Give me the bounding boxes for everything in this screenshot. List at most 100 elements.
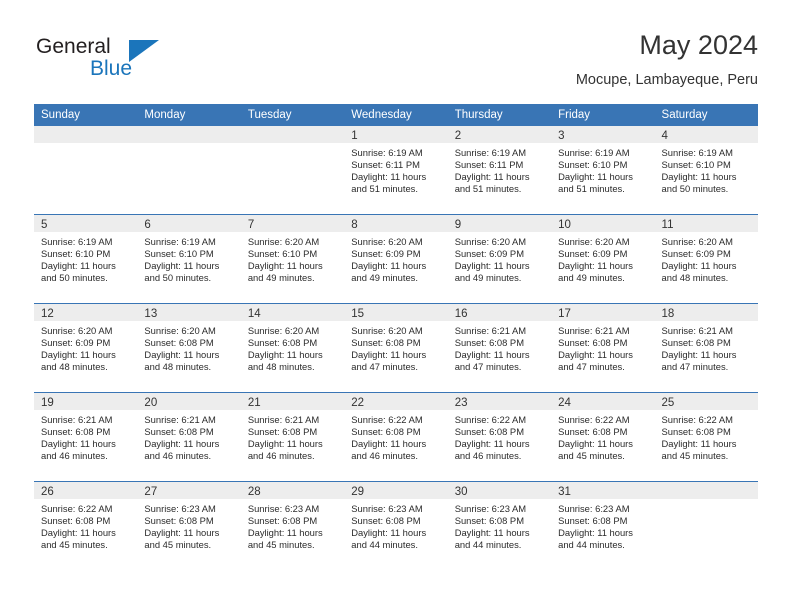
sunset-text: Sunset: 6:08 PM [41,425,111,437]
day-number-band: 24 [551,393,655,410]
day-number-band: 12 [34,304,138,321]
day-number: 20 [144,397,158,409]
calendar-day-cell[interactable]: 3 Sunrise: 6:19 AM Sunset: 6:10 PM Daylight… [551,126,655,214]
day-number: 6 [144,219,151,231]
calendar-day-cell[interactable]: 24 Sunrise: 6:22 AM Sunset: 6:08 PM Dayligh… [551,393,655,481]
sunset-text: Sunset: 6:08 PM [661,336,731,348]
day-sun-info: Sunrise: 6:19 AM Sunset: 6:10 PM Daylight:… [551,143,654,195]
sunrise-text: Sunrise: 6:19 AM [144,236,216,247]
sunrise-text: Sunrise: 6:19 AM [454,147,527,158]
calendar-day-cell[interactable]: 12 Sunrise: 6:20 AM Sunset: 6:09 PM Dayligh… [34,304,138,392]
daylight-text-line2: and 50 minutes. [661,182,729,194]
calendar-day-cell[interactable]: 28 Sunrise: 6:23 AM Sunset: 6:08 PM Dayligh… [240,482,345,570]
day-number-band: 15 [344,304,448,321]
day-number-band: 22 [344,393,448,410]
daylight-text-line2: and 46 minutes. [351,449,418,461]
sunset-text: Sunset: 6:09 PM [661,247,731,259]
calendar-day-cell[interactable]: 14 Sunrise: 6:20 AM Sunset: 6:08 PM Dayligh… [240,304,345,392]
calendar-day-cell[interactable]: 11 Sunrise: 6:20 AM Sunset: 6:09 PM Dayligh… [654,215,758,303]
day-number-band: 26 [34,482,138,499]
calendar-day-cell[interactable]: 22 Sunrise: 6:22 AM Sunset: 6:08 PM Dayligh… [344,393,448,481]
calendar-day-cell[interactable]: 26 Sunrise: 6:22 AM Sunset: 6:08 PM Dayligh… [34,482,138,570]
sunset-text: Sunset: 6:10 PM [41,247,111,259]
calendar-day-cell[interactable]: 8 Sunrise: 6:20 AM Sunset: 6:09 PM Daylight… [344,215,448,303]
day-number: 8 [351,219,358,231]
calendar-day-cell[interactable]: 19 Sunrise: 6:21 AM Sunset: 6:08 PM Dayligh… [34,393,138,481]
calendar-day-cell[interactable]: 21 Sunrise: 6:21 AM Sunset: 6:08 PM Dayligh… [240,393,345,481]
calendar-day-cell[interactable]: 13 Sunrise: 6:20 AM Sunset: 6:08 PM Dayligh… [137,304,241,392]
sunset-text: Sunset: 6:08 PM [558,425,628,437]
sunrise-text: Sunrise: 6:20 AM [247,236,320,247]
day-sun-info: Sunrise: 6:19 AM Sunset: 6:10 PM Daylight:… [137,232,240,284]
weekday-header-wednesday: Wednesday [351,109,412,121]
sunrise-text: Sunrise: 6:23 AM [454,503,527,514]
daylight-text-line1: Daylight: 11 hours [247,437,323,449]
day-number-band: 2 [447,126,552,143]
day-number: 23 [454,397,468,409]
calendar-day-cell[interactable]: 15 Sunrise: 6:20 AM Sunset: 6:08 PM Dayligh… [344,304,448,392]
daylight-text-line2: and 50 minutes. [144,271,212,283]
page-header: General Blue May 2024 Mocupe, Lambayeque… [34,28,758,98]
sunrise-text: Sunrise: 6:23 AM [351,503,423,514]
day-sun-info: Sunrise: 6:19 AM Sunset: 6:10 PM Daylight:… [34,232,137,284]
calendar-day-cell[interactable]: 6 Sunrise: 6:19 AM Sunset: 6:10 PM Daylight… [137,215,241,303]
day-number: 4 [661,130,668,142]
day-sun-info: Sunrise: 6:21 AM Sunset: 6:08 PM Daylight:… [448,321,551,373]
daylight-text-line1: Daylight: 11 hours [558,259,633,271]
day-number-band: 1 [344,126,448,143]
day-number: 5 [41,219,48,231]
day-number-band: 8 [344,215,448,232]
calendar-day-cell[interactable]: 10 Sunrise: 6:20 AM Sunset: 6:09 PM Dayligh… [551,215,655,303]
sunrise-text: Sunrise: 6:19 AM [661,147,733,158]
calendar-day-cell[interactable]: 20 Sunrise: 6:21 AM Sunset: 6:08 PM Dayligh… [137,393,241,481]
daylight-text-line2: and 47 minutes. [454,360,522,372]
sunrise-text: Sunrise: 6:21 AM [661,325,733,336]
calendar-day-cell[interactable]: 18 Sunrise: 6:21 AM Sunset: 6:08 PM Dayligh… [654,304,758,392]
day-number-band: 18 [654,304,758,321]
day-number-band [34,126,138,143]
generalblue-logo[interactable]: General Blue [34,32,174,88]
calendar-day-cell[interactable]: 17 Sunrise: 6:21 AM Sunset: 6:08 PM Dayligh… [551,304,655,392]
calendar-day-cell[interactable]: 23 Sunrise: 6:22 AM Sunset: 6:08 PM Dayligh… [447,393,552,481]
sunrise-text: Sunrise: 6:21 AM [41,414,113,425]
daylight-text-line1: Daylight: 11 hours [454,526,530,538]
calendar-day-cell[interactable]: 1 Sunrise: 6:19 AM Sunset: 6:11 PM Daylight… [344,126,448,214]
calendar-week-row: 1 Sunrise: 6:19 AM Sunset: 6:11 PM Daylight… [34,126,758,214]
calendar-day-cell[interactable]: 29 Sunrise: 6:23 AM Sunset: 6:08 PM Dayligh… [344,482,448,570]
day-sun-info: Sunrise: 6:20 AM Sunset: 6:08 PM Daylight:… [241,321,344,373]
sunset-text: Sunset: 6:08 PM [144,514,214,526]
day-number-band: 14 [240,304,345,321]
day-number: 18 [661,308,675,320]
calendar-day-cell[interactable]: 31 Sunrise: 6:23 AM Sunset: 6:08 PM Dayligh… [551,482,655,570]
calendar-grid: Sunday Monday Tuesday Wednesday Thursday… [34,104,758,570]
day-sun-info: Sunrise: 6:22 AM Sunset: 6:08 PM Daylight:… [551,410,654,462]
calendar-week-row: 5 Sunrise: 6:19 AM Sunset: 6:10 PM Daylight… [34,214,758,303]
calendar-day-cell[interactable]: 30 Sunrise: 6:23 AM Sunset: 6:08 PM Dayligh… [447,482,552,570]
sunset-text: Sunset: 6:08 PM [41,514,111,526]
day-number-band: 7 [240,215,345,232]
calendar-day-cell[interactable]: 27 Sunrise: 6:23 AM Sunset: 6:08 PM Dayligh… [137,482,241,570]
sunrise-text: Sunrise: 6:22 AM [351,414,423,425]
calendar-day-cell[interactable]: 9 Sunrise: 6:20 AM Sunset: 6:09 PM Daylight… [447,215,552,303]
day-number-band: 9 [447,215,552,232]
day-sun-info: Sunrise: 6:20 AM Sunset: 6:09 PM Daylight:… [655,232,758,284]
day-number: 31 [558,486,571,498]
daylight-text-line1: Daylight: 11 hours [41,526,116,538]
calendar-day-cell[interactable]: 16 Sunrise: 6:21 AM Sunset: 6:08 PM Dayligh… [447,304,552,392]
daylight-text-line2: and 49 minutes. [558,271,625,283]
daylight-text-line1: Daylight: 11 hours [41,259,116,271]
logo-triangle-icon [129,40,159,62]
calendar-day-cell[interactable]: 4 Sunrise: 6:19 AM Sunset: 6:10 PM Daylight… [654,126,758,214]
daylight-text-line2: and 45 minutes. [661,449,729,461]
calendar-day-cell[interactable]: 2 Sunrise: 6:19 AM Sunset: 6:11 PM Daylight… [447,126,552,214]
calendar-day-cell[interactable]: 25 Sunrise: 6:22 AM Sunset: 6:08 PM Dayligh… [654,393,758,481]
daylight-text-line1: Daylight: 11 hours [144,437,220,449]
calendar-week-row: 26 Sunrise: 6:22 AM Sunset: 6:08 PM Dayligh… [34,481,758,570]
day-number-band: 30 [447,482,552,499]
calendar-day-cell[interactable]: 5 Sunrise: 6:19 AM Sunset: 6:10 PM Daylight… [34,215,138,303]
day-sun-info: Sunrise: 6:19 AM Sunset: 6:11 PM Daylight:… [344,143,447,195]
day-sun-info: Sunrise: 6:23 AM Sunset: 6:08 PM Daylight:… [241,499,344,551]
calendar-day-cell[interactable]: 7 Sunrise: 6:20 AM Sunset: 6:10 PM Daylight… [240,215,345,303]
daylight-text-line2: and 44 minutes. [454,538,522,550]
sunset-text: Sunset: 6:08 PM [661,425,731,437]
